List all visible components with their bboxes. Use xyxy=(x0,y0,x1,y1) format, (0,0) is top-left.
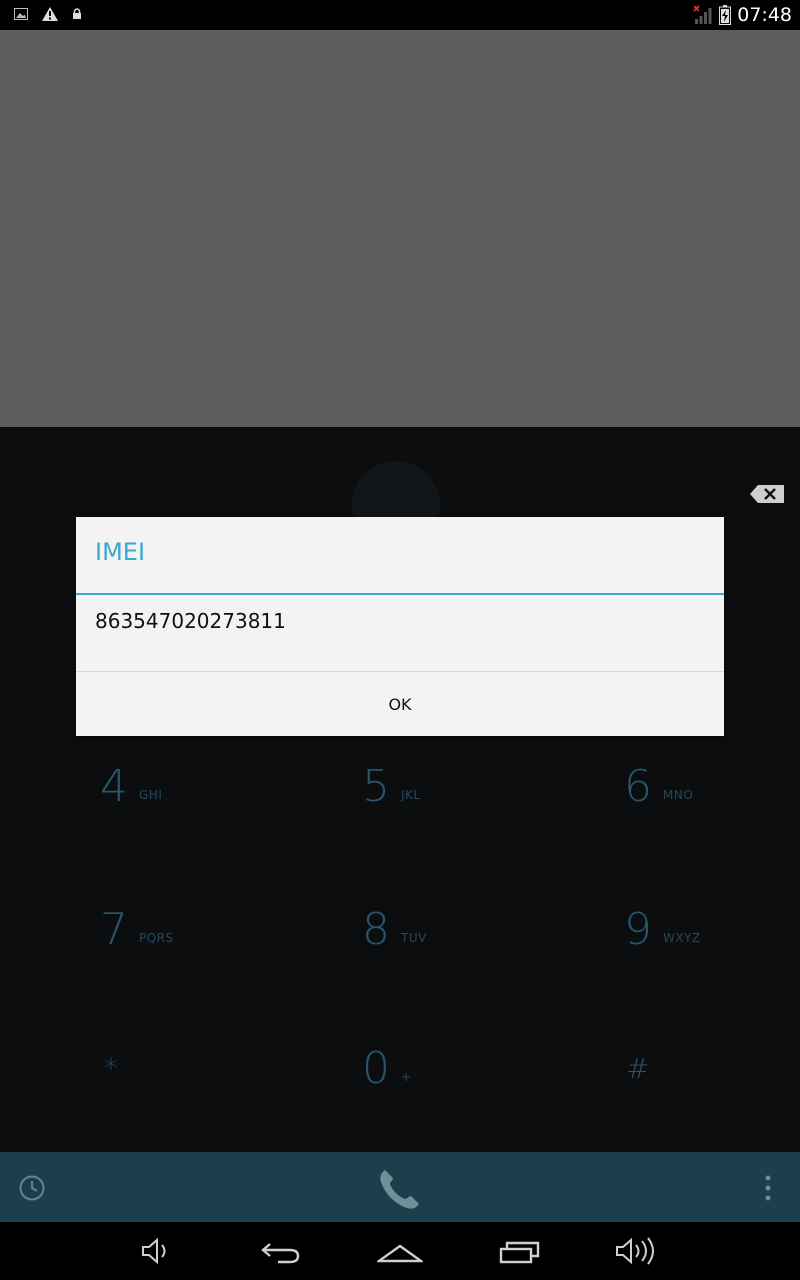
key-letters: MNO xyxy=(663,788,694,802)
dialpad-key-8[interactable]: 8 TUV xyxy=(362,900,602,980)
back-icon[interactable] xyxy=(260,1236,302,1266)
battery-charging-icon xyxy=(719,5,732,25)
dialpad-key-6[interactable]: 6 MNO xyxy=(624,757,800,837)
key-digit: 9 xyxy=(624,904,652,955)
dialpad-key-7[interactable]: 7 PQRS xyxy=(100,900,340,980)
key-letters: GHI xyxy=(139,788,163,802)
dialpad-key-0[interactable]: 0 + xyxy=(362,1039,602,1119)
key-digit: 6 xyxy=(624,761,652,812)
key-digit: 0 xyxy=(362,1043,390,1094)
key-digit: 5 xyxy=(362,761,390,812)
navigation-bar xyxy=(0,1222,800,1280)
key-digit: * xyxy=(104,1052,118,1085)
key-letters: WXYZ xyxy=(663,931,701,945)
volume-up-icon[interactable] xyxy=(614,1236,658,1266)
status-time: 07:48 xyxy=(737,4,792,26)
digits-display-area[interactable] xyxy=(0,30,800,427)
dialpad-key-hash[interactable]: # xyxy=(626,1039,800,1119)
dialpad-key-star[interactable]: * xyxy=(104,1039,344,1119)
key-letters: TUV xyxy=(401,931,427,945)
dialpad-key-5[interactable]: 5 JKL xyxy=(362,757,602,837)
ok-button[interactable]: OK xyxy=(76,672,724,736)
overflow-menu-icon[interactable] xyxy=(764,1174,772,1202)
image-icon xyxy=(14,8,28,20)
key-digit: 8 xyxy=(362,904,390,955)
warning-icon xyxy=(42,7,58,21)
key-letters: JKL xyxy=(401,788,421,802)
imei-dialog: IMEI 863547020273811 OK xyxy=(76,517,724,736)
backspace-icon[interactable] xyxy=(750,485,784,503)
key-digit: 7 xyxy=(100,904,128,955)
key-letters: PQRS xyxy=(139,931,174,945)
status-bar: 07:48 xyxy=(0,0,800,30)
no-signal-icon xyxy=(693,5,712,24)
key-digit: 4 xyxy=(100,761,128,812)
dialog-title-divider xyxy=(76,593,724,595)
dialpad-key-4[interactable]: 4 GHI xyxy=(100,757,340,837)
key-letters: + xyxy=(401,1070,412,1084)
recent-apps-icon[interactable] xyxy=(498,1236,542,1266)
imei-value: 863547020273811 xyxy=(95,609,286,633)
home-icon[interactable] xyxy=(377,1236,423,1266)
call-history-icon[interactable] xyxy=(18,1174,46,1202)
dialer-action-bar xyxy=(0,1152,800,1222)
lock-icon xyxy=(73,8,81,19)
key-digit: # xyxy=(626,1052,650,1085)
volume-down-icon[interactable] xyxy=(140,1236,172,1266)
dialpad-key-9[interactable]: 9 WXYZ xyxy=(624,900,800,980)
phone-call-icon[interactable] xyxy=(373,1162,427,1216)
dialog-title: IMEI xyxy=(95,538,146,566)
